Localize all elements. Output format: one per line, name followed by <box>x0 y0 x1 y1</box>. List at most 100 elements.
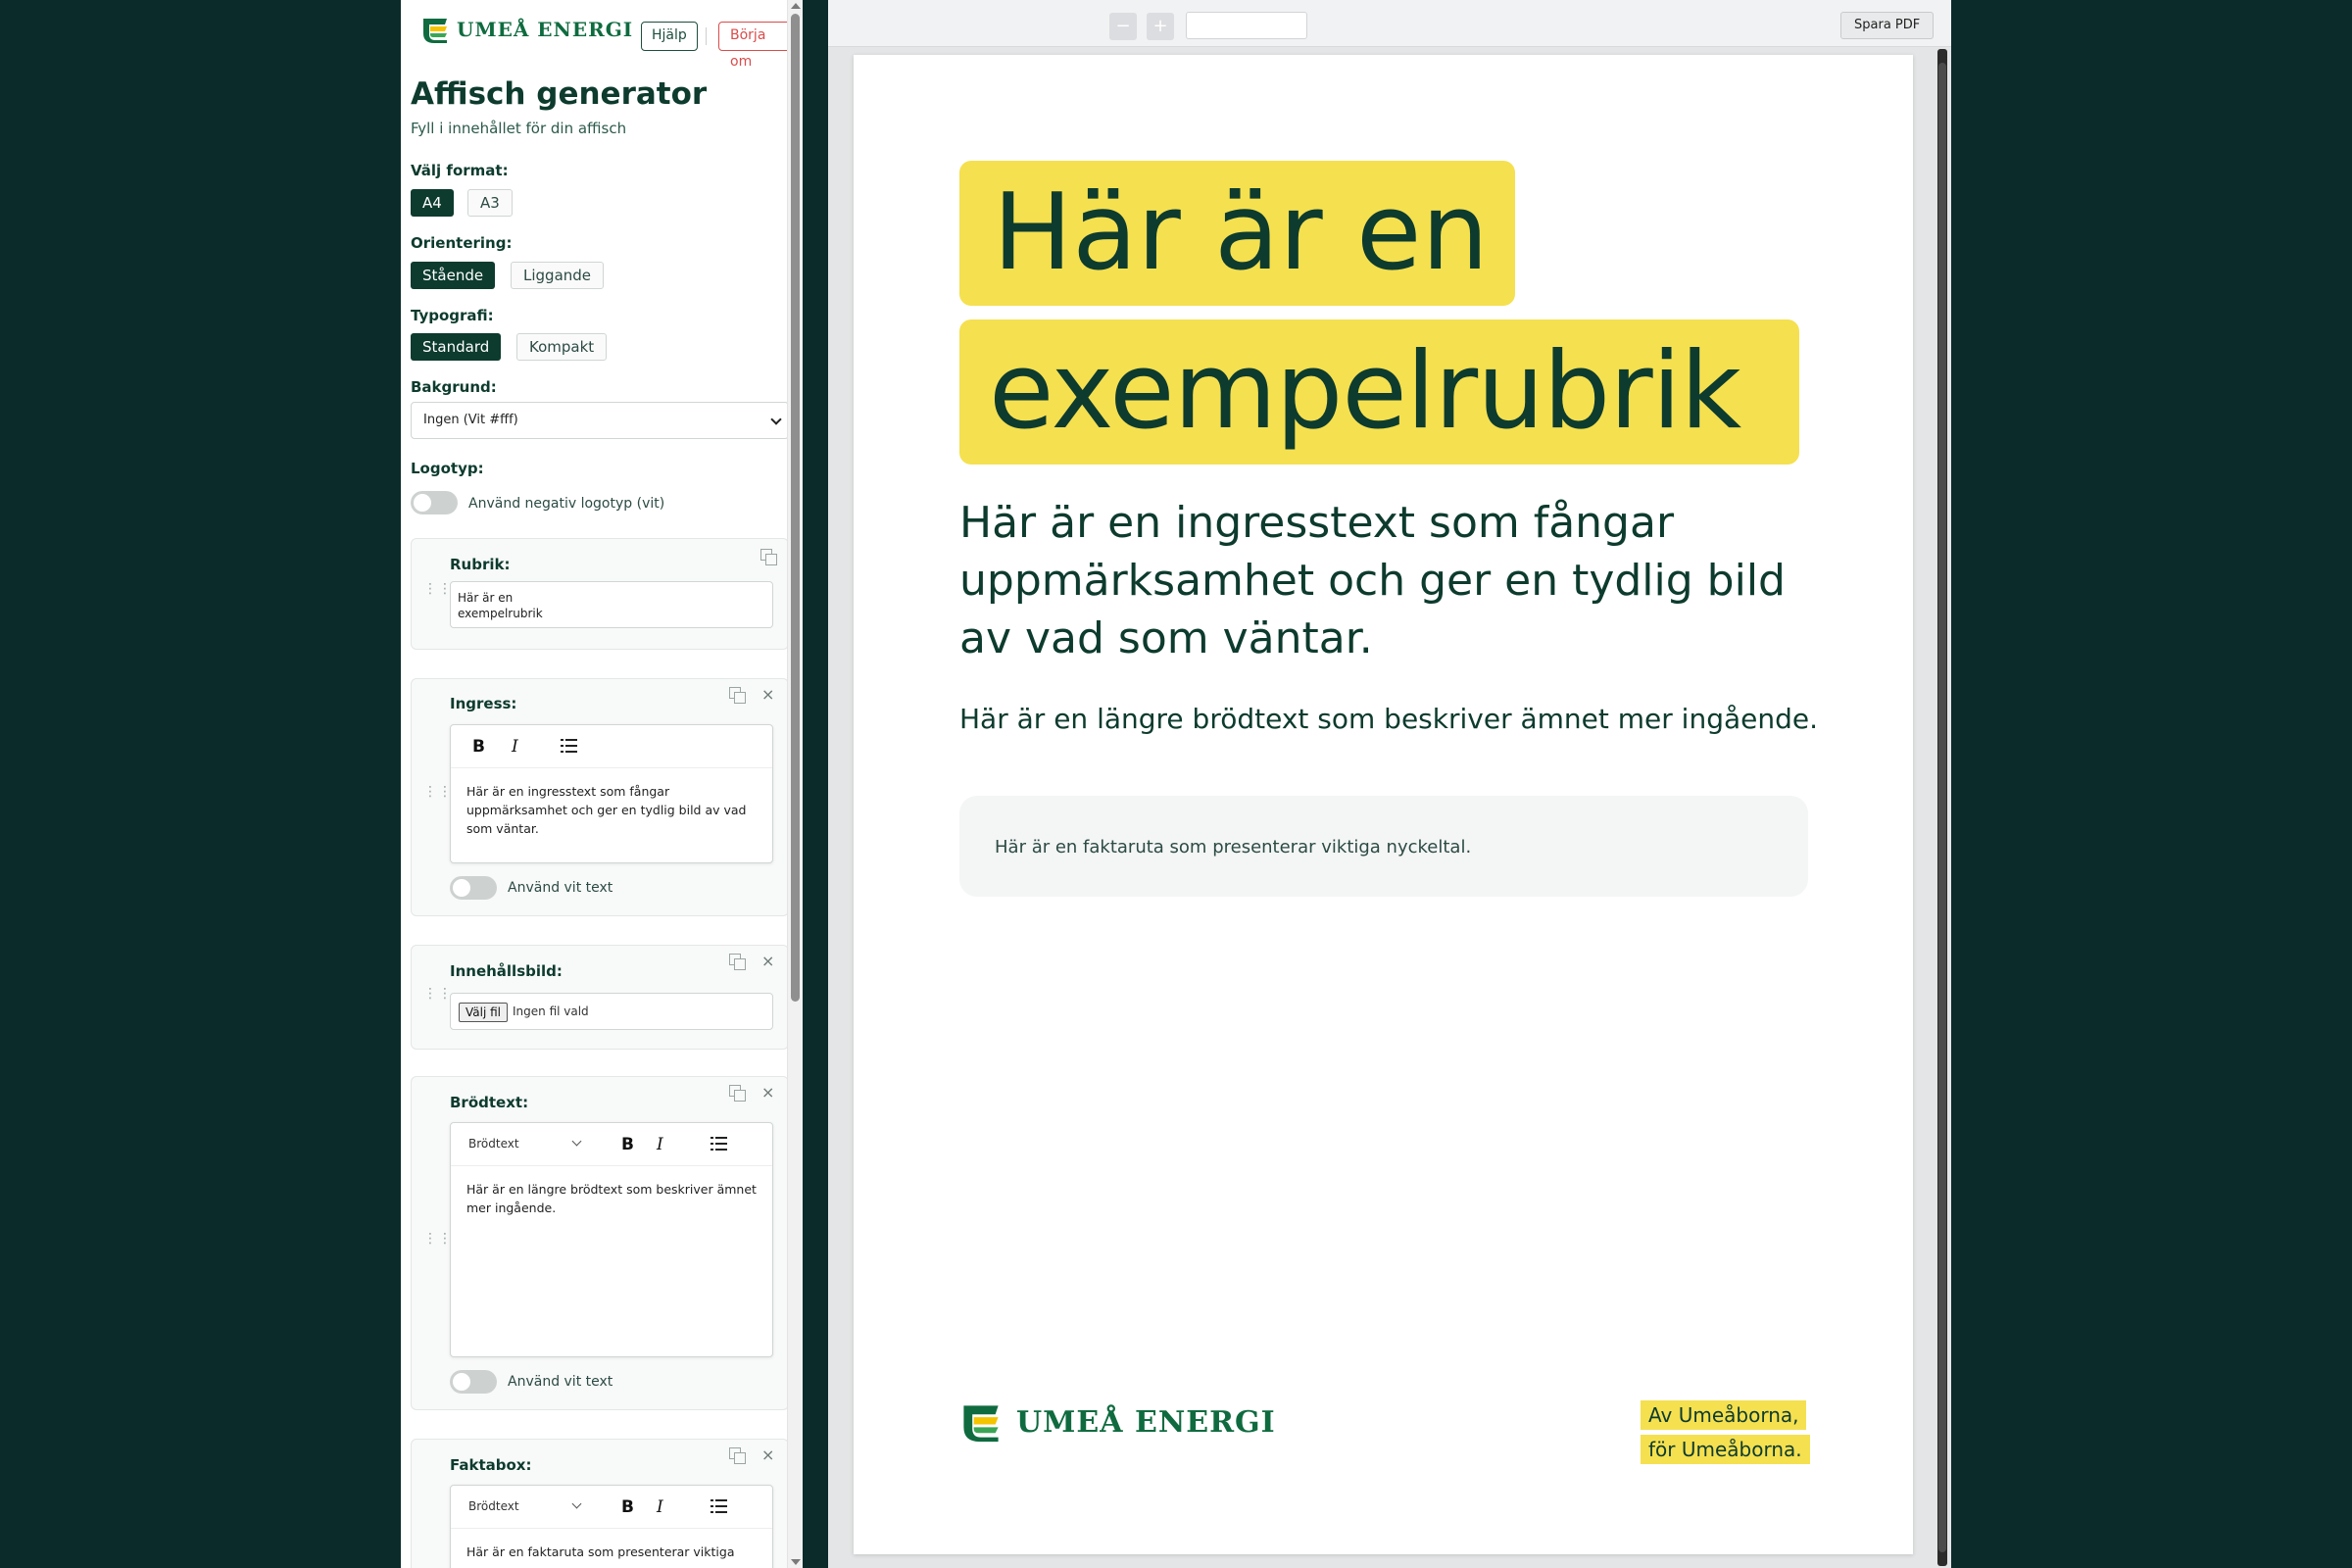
background-label: Bakgrund: <box>411 378 497 396</box>
chevron-down-icon <box>571 1498 582 1509</box>
close-icon[interactable]: × <box>761 952 774 970</box>
poster-factbox-text: Här är en faktaruta som presenterar vikt… <box>995 837 1472 858</box>
ingress-label: Ingress: <box>450 695 517 712</box>
brodtext-label: Brödtext: <box>450 1094 529 1111</box>
poster-logo-text: UMEÅ ENERGI <box>1016 1405 1276 1440</box>
scroll-down-arrow-icon[interactable] <box>791 1559 801 1565</box>
negative-logo-toggle[interactable] <box>411 491 458 514</box>
viewer-toolbar: − + Spara PDF <box>828 0 1951 47</box>
italic-button[interactable]: I <box>512 737 518 757</box>
poster-page: Här är en exempelrubrik Här är en ingres… <box>854 55 1913 1554</box>
page-number-input[interactable] <box>1186 12 1307 39</box>
umea-energi-logo-icon <box>963 1405 999 1443</box>
umea-energi-logo-icon <box>423 19 447 43</box>
viewer-scrollbar-thumb[interactable] <box>1938 63 1946 1552</box>
rubrik-textarea[interactable]: Här är en exempelrubrik <box>450 581 773 628</box>
drag-handle-icon[interactable]: ⋮⋮ <box>423 987 452 1001</box>
chevron-down-icon <box>770 414 782 425</box>
drag-handle-icon[interactable]: ⋮⋮ <box>423 1232 452 1246</box>
close-icon[interactable]: × <box>761 1083 774 1102</box>
bold-button[interactable]: B <box>621 1135 634 1154</box>
drag-handle-icon[interactable]: ⋮⋮ <box>423 582 452 596</box>
block-card-faktabox: × Faktabox: Brödtext B I Här är en fakta… <box>411 1439 789 1568</box>
pdf-viewer: − + Spara PDF Här är en exempelrubrik Hä… <box>828 0 1951 1568</box>
typography-option-standard[interactable]: Standard <box>411 333 502 361</box>
typography-label: Typografi: <box>411 307 494 324</box>
choose-file-button[interactable]: Välj fil <box>459 1003 509 1022</box>
zoom-out-button[interactable]: − <box>1109 13 1137 40</box>
text-style-select[interactable]: Brödtext <box>468 1137 519 1151</box>
viewer-scrollbar[interactable] <box>1937 49 1947 1566</box>
orientation-option-portrait[interactable]: Stående <box>411 262 496 289</box>
block-card-brodtext: × Brödtext: ⋮⋮ Brödtext B I Här är en lä… <box>411 1076 789 1410</box>
ingress-white-text-toggle[interactable] <box>450 876 497 900</box>
block-card-ingress: × Ingress: ⋮⋮ B I Här är en ingresstext … <box>411 678 789 916</box>
ingress-editor[interactable]: B I Här är en ingresstext som fångar upp… <box>450 724 773 863</box>
sidebar-scrollbar-thumb[interactable] <box>791 14 800 1002</box>
duplicate-icon[interactable] <box>729 954 746 970</box>
brodtext-editor-toolbar: Brödtext B I <box>451 1123 772 1166</box>
brodtext-editor-text[interactable]: Här är en längre brödtext som beskriver … <box>466 1180 760 1217</box>
bold-button[interactable]: B <box>472 737 485 757</box>
poster-factbox: Här är en faktaruta som presenterar vikt… <box>959 796 1808 897</box>
sidebar-scrollbar[interactable] <box>787 0 803 1568</box>
poster-ingress: Här är en ingresstext som fångar uppmärk… <box>959 498 1786 663</box>
bullet-list-icon[interactable] <box>710 1137 728 1151</box>
close-icon[interactable]: × <box>761 685 774 704</box>
format-option-a4[interactable]: A4 <box>411 189 454 217</box>
brodtext-editor[interactable]: Brödtext B I Här är en längre brödtext s… <box>450 1122 773 1357</box>
poster-slogan-line2: för Umeåborna. <box>1641 1435 1810 1464</box>
page-subtitle: Fyll i innehållet för din affisch <box>411 120 627 137</box>
drag-handle-icon[interactable]: ⋮⋮ <box>423 785 452 799</box>
faktabox-editor-toolbar: Brödtext B I <box>451 1486 772 1529</box>
poster-headline-line1: Här är en <box>959 161 1515 306</box>
brand-name: UMEÅ ENERGI <box>457 18 634 41</box>
editor-sidebar: UMEÅ ENERGI Hjälp Börja om Affisch gener… <box>401 0 803 1568</box>
italic-button[interactable]: I <box>657 1497 663 1517</box>
scroll-up-arrow-icon[interactable] <box>791 3 801 9</box>
help-button[interactable]: Hjälp <box>641 22 698 51</box>
duplicate-icon[interactable] <box>729 687 746 704</box>
bullet-list-icon[interactable] <box>561 739 578 753</box>
brodtext-white-text-label: Använd vit text <box>508 1374 613 1390</box>
italic-button[interactable]: I <box>657 1135 663 1154</box>
block-card-rubrik: Rubrik: ⋮⋮ Här är en exempelrubrik <box>411 538 789 650</box>
zoom-in-button[interactable]: + <box>1147 13 1174 40</box>
negative-logo-toggle-label: Använd negativ logotyp (vit) <box>468 496 665 512</box>
ingress-editor-toolbar: B I <box>451 725 772 768</box>
rubrik-label: Rubrik: <box>450 556 511 573</box>
text-style-select[interactable]: Brödtext <box>468 1499 519 1513</box>
poster-headline-line2: exempelrubrik <box>959 319 1799 465</box>
typography-option-compact[interactable]: Kompakt <box>516 333 608 361</box>
duplicate-icon[interactable] <box>729 1447 746 1464</box>
poster-slogan-line1: Av Umeåborna, <box>1641 1400 1807 1430</box>
rubrik-textarea-line2: exempelrubrik <box>458 607 543 620</box>
faktabox-label: Faktabox: <box>450 1456 532 1474</box>
block-card-image: × Innehållsbild: ⋮⋮ Välj fil Ingen fil v… <box>411 945 789 1050</box>
rubrik-textarea-line1: Här är en <box>458 591 514 605</box>
poster-body-text: Här är en längre brödtext som beskriver … <box>959 703 1819 735</box>
duplicate-icon[interactable] <box>760 549 777 565</box>
page-title: Affisch generator <box>411 76 708 112</box>
chevron-down-icon <box>571 1136 582 1147</box>
orientation-option-landscape[interactable]: Liggande <box>511 262 605 289</box>
save-pdf-button[interactable]: Spara PDF <box>1840 12 1935 39</box>
ingress-white-text-label: Använd vit text <box>508 880 613 896</box>
format-option-a3[interactable]: A3 <box>467 189 513 217</box>
image-file-input[interactable]: Välj fil Ingen fil vald <box>450 993 773 1030</box>
duplicate-icon[interactable] <box>729 1085 746 1102</box>
orientation-label: Orientering: <box>411 234 513 252</box>
bold-button[interactable]: B <box>621 1497 634 1517</box>
faktabox-editor[interactable]: Brödtext B I Här är en faktaruta som pre… <box>450 1485 773 1568</box>
bullet-list-icon[interactable] <box>710 1499 728 1513</box>
close-icon[interactable]: × <box>761 1446 774 1464</box>
header-divider <box>706 27 707 45</box>
background-select[interactable]: Ingen (Vit #fff) <box>411 402 789 439</box>
ingress-editor-text[interactable]: Här är en ingresstext som fångar uppmärk… <box>466 782 760 838</box>
file-status: Ingen fil vald <box>513 1004 589 1018</box>
brodtext-white-text-toggle[interactable] <box>450 1370 497 1394</box>
faktabox-editor-text[interactable]: Här är en faktaruta som presenterar vikt… <box>466 1543 760 1561</box>
image-label: Innehållsbild: <box>450 962 563 980</box>
format-label: Välj format: <box>411 162 509 179</box>
background-select-value: Ingen (Vit #fff) <box>423 413 518 427</box>
